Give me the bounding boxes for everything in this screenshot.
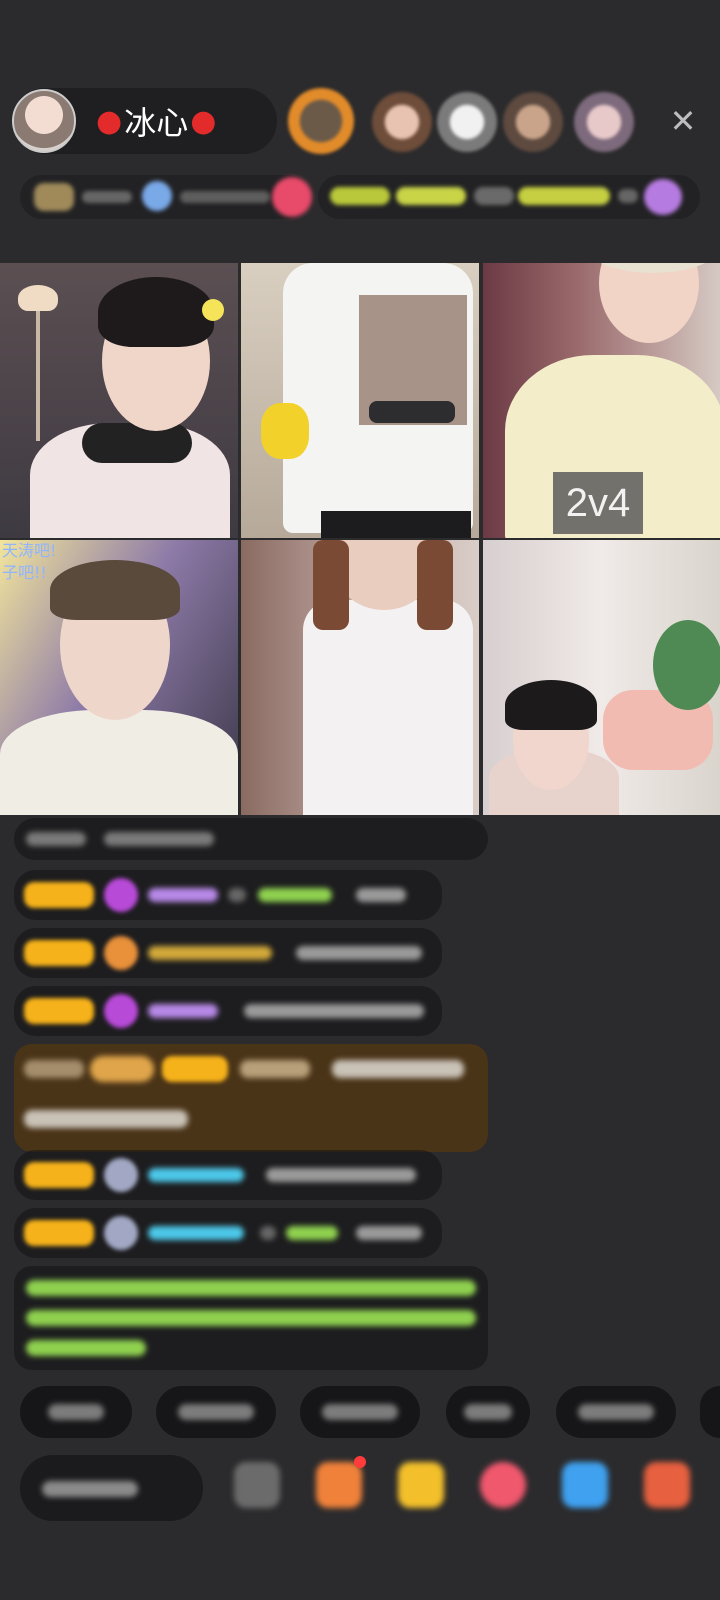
shirt-print-detail bbox=[369, 401, 455, 423]
quick-reply[interactable] bbox=[20, 1386, 132, 1438]
highlight-message[interactable] bbox=[14, 1044, 488, 1152]
viewer-avatar[interactable] bbox=[372, 92, 432, 152]
gift-box-icon[interactable] bbox=[316, 1462, 362, 1508]
overlay-text: 天涛吧! 子吧!! bbox=[2, 541, 57, 582]
guest-head bbox=[599, 263, 699, 343]
guest-video-2[interactable] bbox=[241, 263, 479, 538]
guest-hair bbox=[505, 680, 597, 730]
guest-hair bbox=[313, 540, 349, 630]
chat-message[interactable] bbox=[14, 818, 488, 860]
viewer-avatar[interactable] bbox=[574, 92, 634, 152]
vip-medal-icon bbox=[104, 878, 138, 912]
quick-reply[interactable] bbox=[700, 1386, 720, 1438]
level-badge bbox=[24, 1162, 94, 1188]
quick-reply[interactable] bbox=[446, 1386, 530, 1438]
plant bbox=[653, 620, 720, 710]
host-info[interactable]: ● 冰心 ● bbox=[12, 88, 277, 154]
apple-icon: ● bbox=[96, 103, 123, 139]
chat-message[interactable] bbox=[14, 1150, 442, 1200]
guest-collar bbox=[82, 423, 192, 463]
quick-reply[interactable] bbox=[300, 1386, 420, 1438]
controller-icon[interactable] bbox=[562, 1462, 608, 1508]
guest-hair bbox=[98, 277, 214, 347]
guest-video-5[interactable] bbox=[241, 540, 479, 815]
host-name: ● 冰心 ● bbox=[96, 98, 216, 144]
guest-video-1[interactable] bbox=[0, 263, 238, 538]
chat-input[interactable] bbox=[20, 1455, 203, 1521]
guest-pants bbox=[321, 511, 471, 538]
flower-sticker bbox=[202, 299, 224, 321]
activity-chip[interactable] bbox=[318, 175, 700, 219]
plush-toy bbox=[261, 403, 309, 459]
host-name-text: 冰心 bbox=[124, 104, 189, 142]
guest-body bbox=[0, 710, 238, 815]
host-avatar[interactable] bbox=[12, 89, 76, 153]
grid-icon[interactable] bbox=[644, 1462, 690, 1508]
quick-reply[interactable] bbox=[156, 1386, 276, 1438]
ranking-chip[interactable] bbox=[20, 175, 312, 219]
guest-hair bbox=[50, 560, 180, 620]
viewer-avatar[interactable] bbox=[437, 92, 497, 152]
level-badge bbox=[24, 998, 94, 1024]
level-badge bbox=[24, 1220, 94, 1246]
system-notice bbox=[14, 1266, 488, 1370]
level-badge bbox=[24, 882, 94, 908]
guest-video-4[interactable]: 天涛吧! 子吧!! bbox=[0, 540, 238, 815]
vip-medal-icon bbox=[104, 994, 138, 1028]
close-icon[interactable]: ✕ bbox=[665, 103, 701, 139]
chat-message[interactable] bbox=[14, 928, 442, 978]
lamp-shade bbox=[18, 285, 58, 311]
viewer-avatar[interactable] bbox=[288, 88, 354, 154]
fries-icon[interactable] bbox=[398, 1462, 444, 1508]
level-badge bbox=[24, 940, 94, 966]
apple-icon: ● bbox=[190, 103, 217, 139]
guest-video-6[interactable] bbox=[483, 540, 720, 815]
fan-medal-icon bbox=[104, 936, 138, 970]
emoji-icon[interactable] bbox=[234, 1462, 280, 1508]
notification-dot bbox=[354, 1456, 366, 1468]
multi-guest-video-grid: 2v4 天涛吧! 子吧!! bbox=[0, 263, 720, 815]
user-medal-icon bbox=[104, 1216, 138, 1250]
chat-message[interactable] bbox=[14, 1208, 442, 1258]
quick-reply[interactable] bbox=[556, 1386, 676, 1438]
pk-badge: 2v4 bbox=[553, 472, 643, 534]
chat-message[interactable] bbox=[14, 870, 442, 920]
user-medal-icon bbox=[104, 1158, 138, 1192]
viewer-avatar[interactable] bbox=[503, 92, 563, 152]
heart-icon[interactable] bbox=[480, 1462, 526, 1508]
chat-message[interactable] bbox=[14, 986, 442, 1036]
guest-hair bbox=[417, 540, 453, 630]
lamp bbox=[36, 291, 40, 441]
level-badge bbox=[162, 1056, 228, 1082]
guest-body bbox=[303, 600, 473, 815]
